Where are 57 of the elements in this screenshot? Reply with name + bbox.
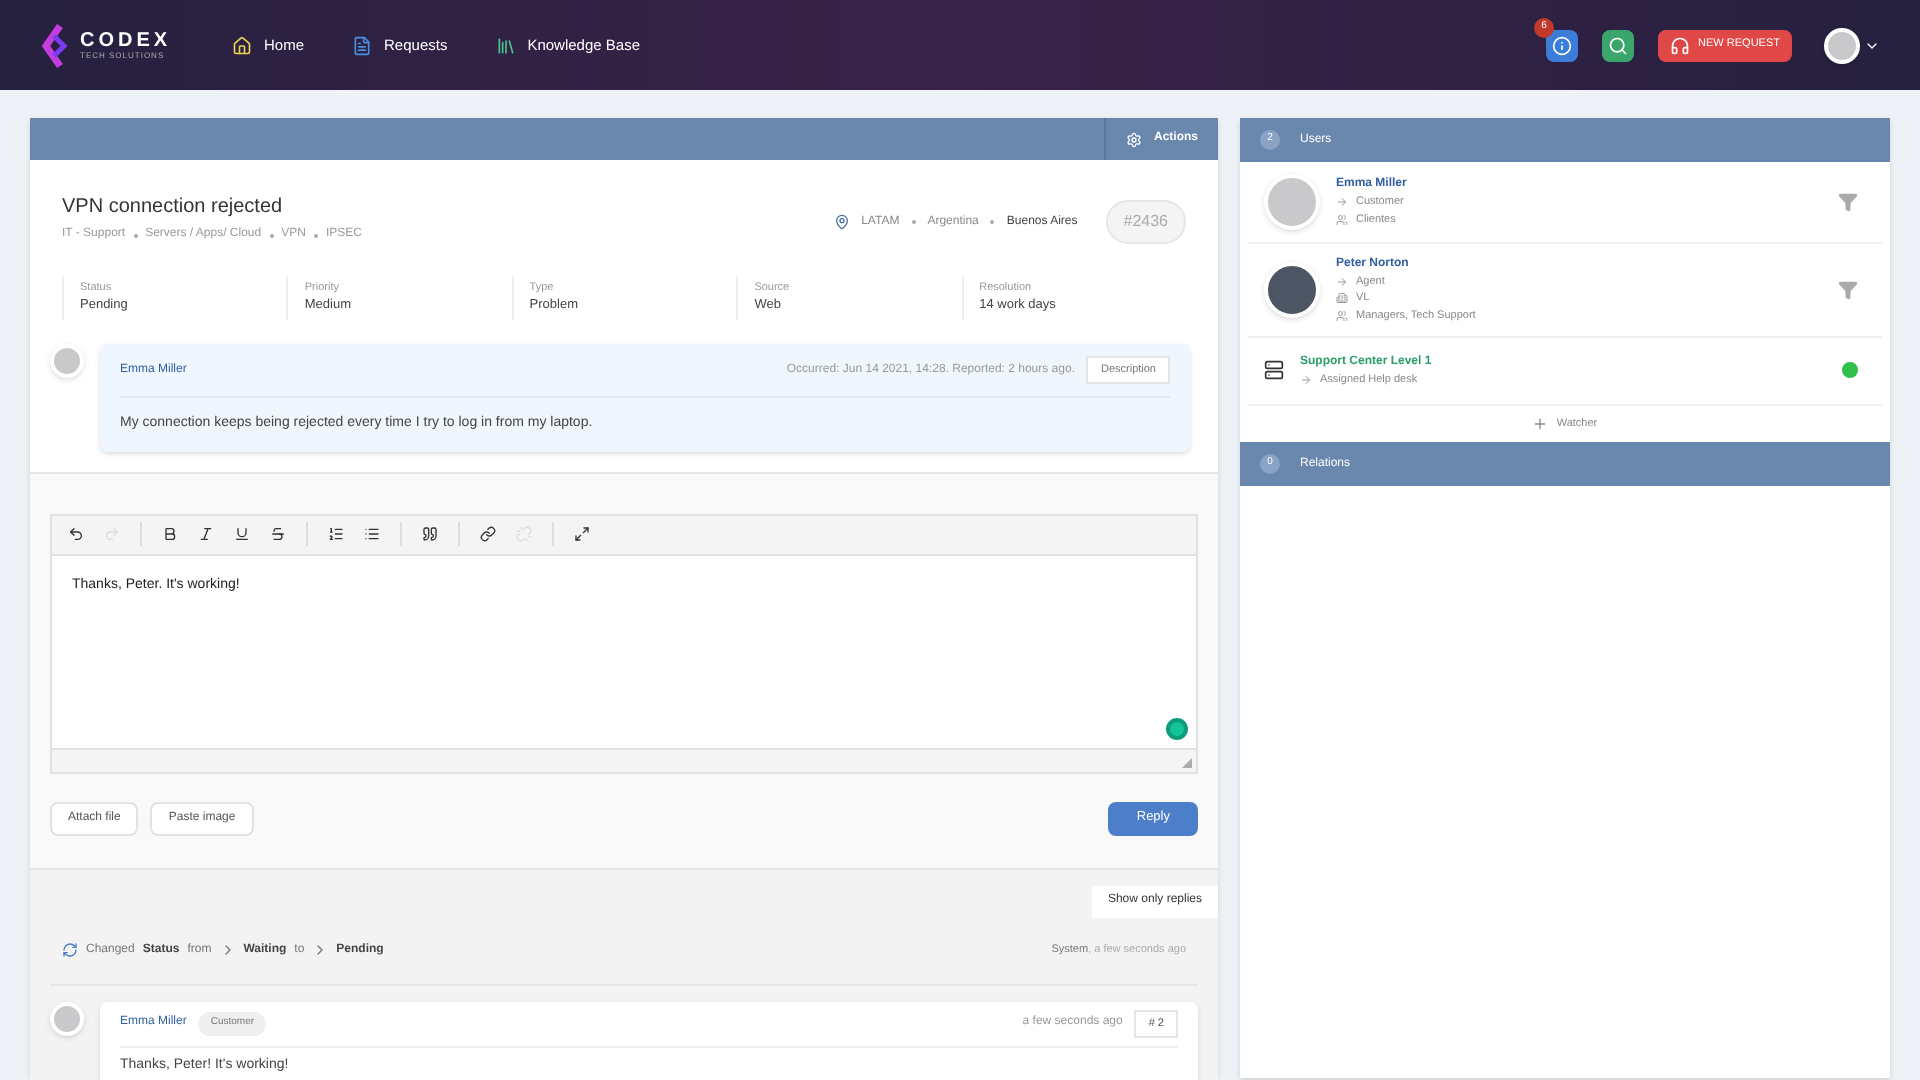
toolbar-button[interactable] [480, 526, 496, 543]
avatar [1264, 261, 1320, 318]
italic-icon [198, 526, 214, 543]
arrow-icon [1336, 196, 1348, 209]
building-icon [1336, 292, 1348, 305]
toolbar-button[interactable] [574, 526, 590, 543]
headset-icon [1670, 35, 1691, 55]
link-icon [480, 526, 496, 543]
avatar [50, 344, 84, 378]
dot-separator [269, 233, 274, 237]
toolbar-button[interactable] [270, 526, 286, 543]
bold-icon [162, 526, 178, 543]
plus-icon [1532, 416, 1549, 432]
location-pin-icon [833, 214, 850, 230]
home-icon [232, 35, 252, 55]
toolbar-button[interactable] [198, 526, 214, 543]
refresh-icon [62, 942, 78, 959]
toolbar-button[interactable] [422, 526, 438, 543]
numbered-list-icon [328, 526, 344, 543]
avatar [50, 1001, 84, 1036]
ticket-title: VPN connection rejected [62, 194, 285, 222]
toolbar-button[interactable] [234, 526, 250, 543]
toolbar-button[interactable] [364, 526, 380, 543]
document-icon [352, 35, 373, 55]
redo-icon [104, 526, 120, 543]
helpdesk-icon [1264, 360, 1284, 381]
search-button[interactable] [1602, 29, 1635, 61]
ticket-number: #2436 [1105, 200, 1186, 244]
quote-icon [422, 526, 438, 543]
users-icon [1336, 309, 1348, 322]
dot-separator [133, 233, 138, 237]
arrow-icon [1336, 276, 1348, 289]
toolbar-button[interactable] [328, 526, 344, 543]
dot-separator [990, 220, 995, 224]
info-button[interactable] [1546, 29, 1579, 61]
info-icon [1552, 35, 1573, 55]
strikethrough-icon [270, 526, 286, 543]
logo-text: CODEX [80, 31, 172, 51]
books-icon [495, 35, 516, 55]
dot-separator [911, 220, 916, 224]
grammar-check-icon [1166, 717, 1188, 740]
undo-icon [68, 526, 84, 543]
underline-icon [234, 526, 250, 543]
unlink-icon [516, 526, 532, 543]
bullet-list-icon [364, 526, 380, 543]
toolbar-button[interactable] [68, 526, 84, 543]
toolbar-button[interactable] [162, 526, 178, 543]
logo-icon [40, 23, 68, 67]
search-icon [1608, 35, 1629, 55]
avatar [1264, 174, 1320, 230]
gear-icon [1125, 131, 1142, 147]
resize-handle-icon[interactable] [1182, 757, 1192, 768]
avatar [1824, 27, 1860, 63]
dot-separator [313, 233, 318, 237]
users-icon [1336, 213, 1348, 226]
arrow-icon [1300, 373, 1312, 386]
fullscreen-icon [574, 526, 590, 543]
